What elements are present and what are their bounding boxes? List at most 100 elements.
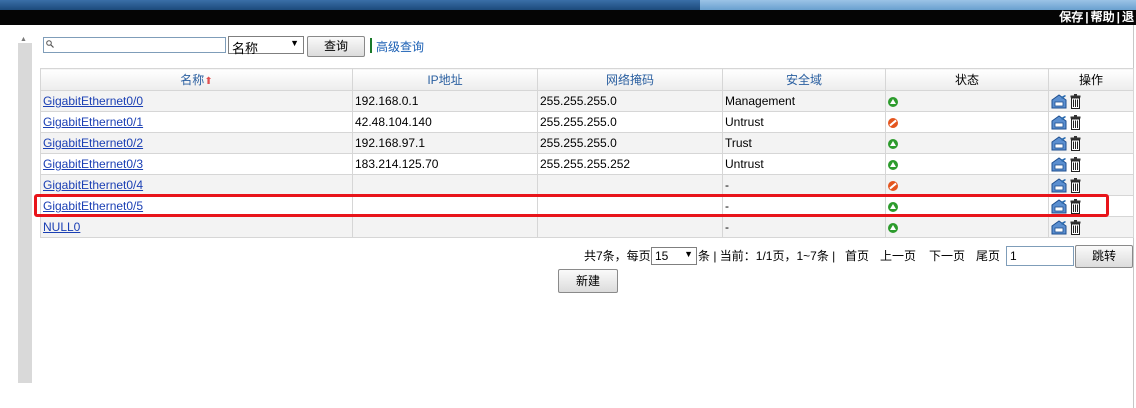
pager-info: 条 | 当前：1/1页，1~7条 | xyxy=(698,249,836,263)
left-scrollbar[interactable] xyxy=(18,43,32,383)
header-separator: | xyxy=(1085,10,1089,24)
edit-icon[interactable] xyxy=(1051,199,1067,214)
cell-zone: Management xyxy=(722,90,886,112)
logout-link[interactable]: 退 xyxy=(1122,10,1134,24)
query-button[interactable]: 查询 xyxy=(307,36,365,57)
cell-zone: Untrust xyxy=(722,153,886,175)
edit-icon[interactable] xyxy=(1051,136,1067,151)
jump-page-input[interactable] xyxy=(1006,246,1074,266)
cell-mask xyxy=(537,174,723,196)
jump-button[interactable]: 跳转 xyxy=(1075,245,1133,268)
cell-status xyxy=(885,195,1049,217)
cell-name: GigabitEthernet0/2 xyxy=(40,132,353,154)
cell-actions xyxy=(1048,90,1134,112)
table-row: GigabitEthernet0/1 42.48.104.140 255.255.2… xyxy=(40,111,1134,133)
interface-link[interactable]: GigabitEthernet0/5 xyxy=(43,199,143,213)
cell-actions xyxy=(1048,195,1134,217)
delete-icon[interactable] xyxy=(1070,177,1081,193)
cell-zone: Untrust xyxy=(722,111,886,133)
status-up-icon xyxy=(888,138,898,149)
interface-link[interactable]: NULL0 xyxy=(43,220,80,234)
chevron-down-icon: ▼ xyxy=(290,38,299,48)
status-down-icon xyxy=(888,180,898,191)
table-row: GigabitEthernet0/0 192.168.0.1 255.255.255… xyxy=(40,90,1134,112)
delete-icon[interactable] xyxy=(1070,93,1081,109)
cell-name: GigabitEthernet0/3 xyxy=(40,153,353,175)
cell-ip: 192.168.97.1 xyxy=(352,132,538,154)
column-header-zone[interactable]: 安全域 xyxy=(722,68,886,91)
last-page-link[interactable]: 尾页 xyxy=(976,245,1000,267)
top-strip-light xyxy=(700,0,1136,10)
cell-status xyxy=(885,174,1049,196)
cell-mask xyxy=(537,195,723,217)
status-up-icon xyxy=(888,159,898,170)
interface-link[interactable]: GigabitEthernet0/1 xyxy=(43,115,143,129)
cell-name: NULL0 xyxy=(40,216,353,238)
prev-page-link[interactable]: 上一页 xyxy=(880,245,916,267)
interface-link[interactable]: GigabitEthernet0/4 xyxy=(43,178,143,192)
delete-icon[interactable] xyxy=(1070,219,1081,235)
cell-zone: - xyxy=(722,174,886,196)
new-button[interactable]: 新建 xyxy=(558,269,618,293)
search-input[interactable] xyxy=(43,37,226,53)
delete-icon[interactable] xyxy=(1070,156,1081,172)
cell-status xyxy=(885,216,1049,238)
first-page-link[interactable]: 首页 xyxy=(845,245,869,267)
interface-link[interactable]: GigabitEthernet0/0 xyxy=(43,94,143,108)
header-links: 保存 | 帮助 | 退 xyxy=(1059,10,1136,25)
save-link[interactable]: 保存 xyxy=(1059,10,1083,24)
delete-icon[interactable] xyxy=(1070,198,1081,214)
cell-zone: - xyxy=(722,195,886,217)
status-down-icon xyxy=(888,117,898,128)
help-link[interactable]: 帮助 xyxy=(1091,10,1115,24)
interface-link[interactable]: GigabitEthernet0/3 xyxy=(43,157,143,171)
sort-arrow-icon: ⬆ xyxy=(204,76,213,87)
column-header-name[interactable]: 名称⬆ xyxy=(40,68,353,91)
cell-status xyxy=(885,90,1049,112)
search-field-select[interactable]: 名称 ▼ xyxy=(228,36,304,56)
cell-status xyxy=(885,132,1049,154)
interface-table: 名称⬆ IP地址 网络掩码 安全域 状态 操作 GigabitEthernet0… xyxy=(40,68,1134,238)
edit-icon[interactable] xyxy=(1051,178,1067,193)
column-header-ip[interactable]: IP地址 xyxy=(352,68,538,91)
cell-actions xyxy=(1048,174,1134,196)
status-up-icon xyxy=(888,201,898,212)
edit-icon[interactable] xyxy=(1051,115,1067,130)
chevron-down-icon: ▼ xyxy=(684,249,693,259)
cell-mask: 255.255.255.0 xyxy=(537,90,723,112)
status-up-icon xyxy=(888,96,898,107)
cell-name: GigabitEthernet0/5 xyxy=(40,195,353,217)
column-header-status: 状态 xyxy=(885,68,1049,91)
cell-ip: 183.214.125.70 xyxy=(352,153,538,175)
cell-ip xyxy=(352,195,538,217)
cell-status xyxy=(885,153,1049,175)
cell-name: GigabitEthernet0/4 xyxy=(40,174,353,196)
per-page-select[interactable]: 15 ▼ xyxy=(651,247,697,265)
edit-icon[interactable] xyxy=(1051,157,1067,172)
table-row: GigabitEthernet0/3 183.214.125.70 255.255.… xyxy=(40,153,1134,175)
cell-ip xyxy=(352,174,538,196)
cell-mask: 255.255.255.0 xyxy=(537,111,723,133)
cell-zone: - xyxy=(722,216,886,238)
next-page-link[interactable]: 下一页 xyxy=(929,245,965,267)
table-row: GigabitEthernet0/4 - xyxy=(40,174,1134,196)
search-icon xyxy=(46,40,54,48)
delete-icon[interactable] xyxy=(1070,135,1081,151)
cell-zone: Trust xyxy=(722,132,886,154)
edit-icon[interactable] xyxy=(1051,94,1067,109)
divider xyxy=(370,38,372,53)
cell-actions xyxy=(1048,216,1134,238)
cell-mask: 255.255.255.252 xyxy=(537,153,723,175)
header-bar: 保存 | 帮助 | 退 xyxy=(0,10,1136,25)
scroll-up-arrow-icon[interactable]: ▲ xyxy=(20,36,27,43)
column-header-mask[interactable]: 网络掩码 xyxy=(537,68,723,91)
cell-status xyxy=(885,111,1049,133)
cell-actions xyxy=(1048,132,1134,154)
cell-name: GigabitEthernet0/0 xyxy=(40,90,353,112)
delete-icon[interactable] xyxy=(1070,114,1081,130)
interface-link[interactable]: GigabitEthernet0/2 xyxy=(43,136,143,150)
table-row: NULL0 - xyxy=(40,216,1134,238)
edit-icon[interactable] xyxy=(1051,220,1067,235)
cell-ip: 42.48.104.140 xyxy=(352,111,538,133)
advanced-query-link[interactable]: 高级查询 xyxy=(376,38,424,55)
